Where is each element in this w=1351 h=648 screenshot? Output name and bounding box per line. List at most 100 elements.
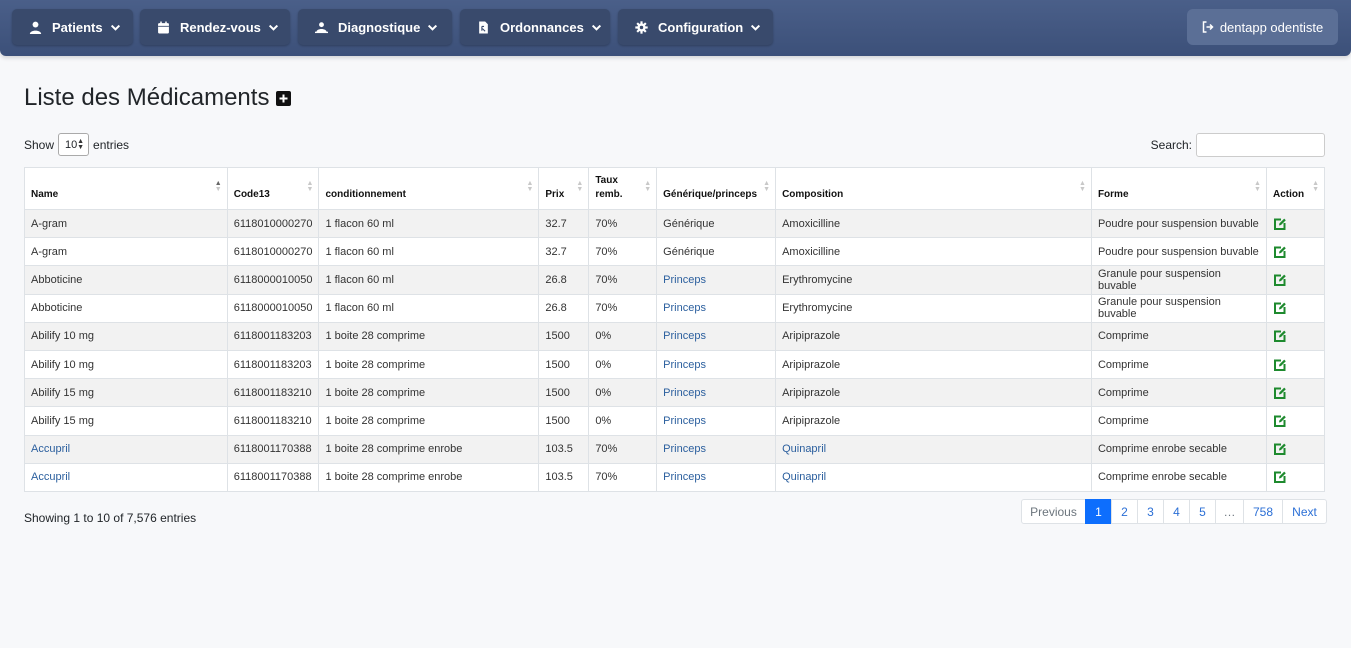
nav-diagnostique-label: Diagnostique — [338, 19, 421, 35]
cell-conditionnement: 1 boite 28 comprime enrobe — [318, 434, 540, 464]
cell-code13: 6118001183210 — [226, 378, 320, 408]
column-header-forme[interactable]: Forme ▲ ▼ — [1090, 167, 1267, 210]
cell-prix: 26.8 — [538, 293, 590, 323]
cell-generique: Générique — [656, 208, 777, 239]
cell-conditionnement: 1 boite 28 comprime — [318, 321, 540, 351]
pagination-page-2[interactable]: 2 — [1111, 499, 1138, 524]
nav-ordonnances-label: Ordonnances — [500, 19, 584, 35]
cell-forme: Poudre pour suspension buvable — [1090, 208, 1267, 239]
pagination-previous[interactable]: Previous — [1021, 499, 1086, 524]
cell-name: Abilify 15 mg — [24, 406, 228, 436]
column-header-name[interactable]: Name ▲ ▼ — [24, 167, 228, 210]
header-label: remb. — [595, 189, 623, 200]
search-label: Search: — [1150, 138, 1192, 152]
cell-action — [1265, 293, 1326, 323]
cell-prix: 32.7 — [538, 237, 590, 267]
pagination-ellipsis: … — [1215, 499, 1244, 524]
edit-icon[interactable] — [1273, 386, 1287, 400]
table-header-row: Name ▲ ▼ Code13 ▲ ▼ conditionnement ▲ ▼ Prix ▲ ▼… — [24, 167, 1326, 210]
pagination-page-last[interactable]: 758 — [1243, 499, 1283, 524]
cell-conditionnement: 1 flacon 60 ml — [318, 237, 540, 267]
cell-name: Abboticine — [24, 293, 228, 323]
cell-code13: 6118010000270 — [226, 208, 320, 239]
nav-patients-button[interactable]: Patients — [12, 9, 133, 45]
nav-configuration-button[interactable]: Configuration — [618, 9, 773, 45]
cell-generique: Princeps — [656, 293, 777, 323]
medications-table: Name ▲ ▼ Code13 ▲ ▼ conditionnement ▲ ▼ Prix ▲ ▼… — [24, 167, 1326, 492]
cell-conditionnement: 1 boite 28 comprime — [318, 349, 540, 380]
cell-name: Abboticine — [24, 265, 228, 295]
edit-icon[interactable] — [1273, 301, 1287, 315]
cell-prix: 1500 — [538, 349, 590, 380]
cell-prix: 103.5 — [538, 434, 590, 464]
nav-rendezvous-button[interactable]: Rendez-vous — [140, 9, 290, 45]
cell-forme: Comprime enrobe secable — [1090, 462, 1267, 492]
pagination-page-3[interactable]: 3 — [1137, 499, 1164, 524]
top-navbar: Patients Rendez-vous Diagnostique Ordonn… — [0, 0, 1351, 56]
column-header-taux[interactable]: Taux remb. ▲ ▼ — [588, 167, 658, 210]
file-prescription-icon — [479, 21, 488, 33]
user-icon — [29, 21, 42, 34]
search-input[interactable] — [1196, 133, 1325, 157]
cell-code13: 6118010000270 — [226, 237, 320, 267]
table-row: Abilify 15 mg 6118001183210 1 boite 28 c… — [24, 406, 1326, 436]
header-label: Taux — [595, 175, 618, 186]
select-arrows-icon: ▲ ▼ — [77, 138, 85, 151]
nav-ordonnances-button[interactable]: Ordonnances — [460, 9, 610, 45]
cell-action — [1265, 321, 1326, 351]
edit-icon[interactable] — [1273, 442, 1287, 456]
cell-action — [1265, 462, 1326, 492]
cell-composition: Aripiprazole — [775, 378, 1092, 408]
edit-icon[interactable] — [1273, 217, 1287, 231]
cell-composition: Amoxicilline — [775, 208, 1092, 239]
cell-forme: Comprime — [1090, 378, 1267, 408]
plus-square-icon[interactable] — [276, 90, 292, 106]
edit-icon[interactable] — [1273, 329, 1287, 343]
cell-code13: 6118001183210 — [226, 406, 320, 436]
cell-generique: Princeps — [656, 378, 777, 408]
cell-conditionnement: 1 flacon 60 ml — [318, 208, 540, 239]
cell-code13: 6118001170388 — [226, 434, 320, 464]
user-name: dentapp odentiste — [1219, 19, 1324, 35]
cell-forme: Comprime — [1090, 406, 1267, 436]
edit-icon[interactable] — [1273, 245, 1287, 259]
pagination-page-4[interactable]: 4 — [1163, 499, 1190, 524]
column-header-composition[interactable]: Composition ▲ ▼ — [775, 167, 1092, 210]
pagination-next[interactable]: Next — [1282, 499, 1327, 524]
chevron-down-icon — [110, 24, 120, 31]
cell-code13: 6118000010050 — [226, 293, 320, 323]
table-info: Showing 1 to 10 of 7,576 entries — [24, 511, 197, 525]
sort-icon: ▲ ▼ — [1254, 180, 1261, 193]
column-header-code13[interactable]: Code13 ▲ ▼ — [226, 167, 320, 210]
show-label: Show — [24, 137, 55, 152]
nav-rendezvous-label: Rendez-vous — [180, 19, 261, 35]
chevron-down-icon — [428, 24, 438, 31]
edit-icon[interactable] — [1273, 470, 1287, 484]
chevron-down-icon — [268, 24, 278, 31]
cell-code13: 6118000010050 — [226, 265, 320, 295]
table-row: Accupril 6118001170388 1 boite 28 compri… — [24, 434, 1326, 464]
edit-icon[interactable] — [1273, 358, 1287, 372]
pagination-page-1[interactable]: 1 — [1085, 499, 1112, 524]
header-label: Prix — [545, 189, 565, 200]
header-label: Composition — [782, 189, 844, 200]
column-header-prix[interactable]: Prix ▲ ▼ — [538, 167, 590, 210]
entries-length-select[interactable]: 10 ▲ ▼ — [58, 133, 90, 156]
column-header-generique[interactable]: Générique/princeps ▲ ▼ — [656, 167, 777, 210]
nav-diagnostique-button[interactable]: Diagnostique — [298, 9, 452, 45]
table-row: Abboticine 6118000010050 1 flacon 60 ml … — [24, 265, 1326, 295]
column-header-conditionnement[interactable]: conditionnement ▲ ▼ — [318, 167, 540, 210]
edit-icon[interactable] — [1273, 273, 1287, 287]
table-row: Abilify 10 mg 6118001183203 1 boite 28 c… — [24, 321, 1326, 351]
cell-generique: Princeps — [656, 406, 777, 436]
cell-forme: Poudre pour suspension buvable — [1090, 237, 1267, 267]
cell-forme: Comprime — [1090, 321, 1267, 351]
user-logout-button[interactable]: dentapp odentiste — [1187, 9, 1338, 45]
search-control: Search: — [1151, 133, 1325, 157]
column-header-action[interactable]: Action ▲ ▼ — [1265, 167, 1326, 210]
edit-icon[interactable] — [1273, 414, 1287, 428]
cell-action — [1265, 378, 1326, 408]
pagination-page-5[interactable]: 5 — [1189, 499, 1216, 524]
cell-forme: Comprime enrobe secable — [1090, 434, 1267, 464]
table-row: A-gram 6118010000270 1 flacon 60 ml 32.7… — [24, 208, 1326, 239]
